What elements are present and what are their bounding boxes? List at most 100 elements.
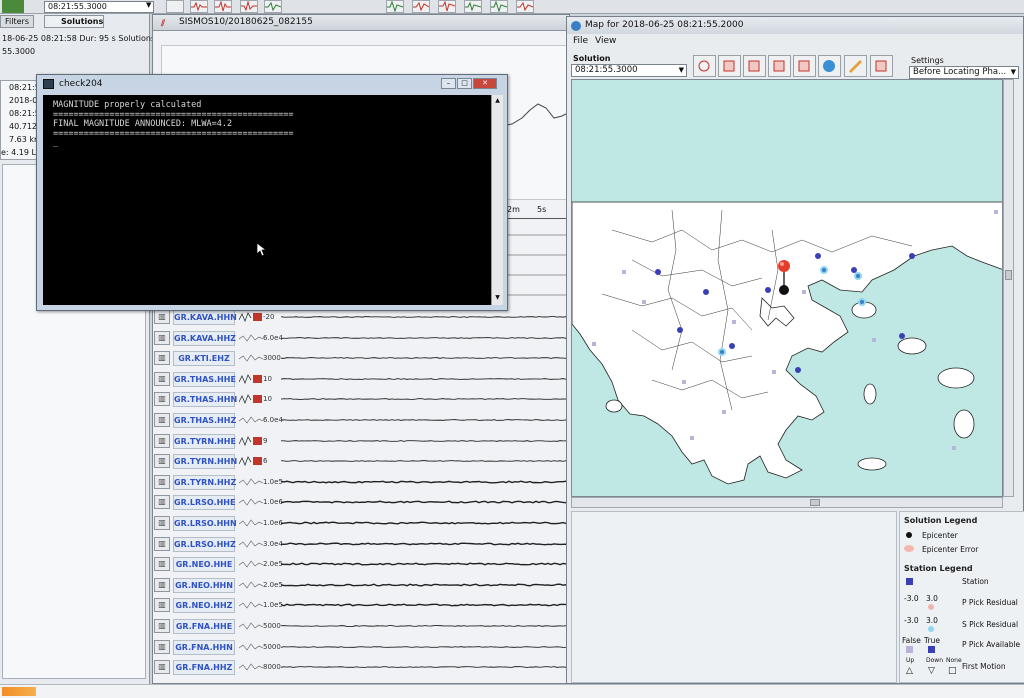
station-name[interactable]: GR.THAS.HHE bbox=[173, 371, 236, 387]
seismo-tool-button-3[interactable] bbox=[240, 0, 258, 13]
station-name[interactable]: GR.THAS.HHZ bbox=[173, 413, 236, 428]
station-name[interactable]: GR.TYRN.HHE bbox=[173, 433, 236, 449]
waveform-trace[interactable] bbox=[281, 554, 569, 574]
seismo-tool-button-6[interactable] bbox=[412, 0, 430, 13]
console-titlebar[interactable]: check204 bbox=[37, 75, 507, 93]
seismo-tool-button-7[interactable] bbox=[438, 0, 456, 13]
trace-settings-icon[interactable]: ▥ bbox=[154, 495, 170, 510]
map-tool-button-8[interactable] bbox=[870, 55, 893, 77]
station-row[interactable]: ▥ GR.LRSO.HHZ 3.0e4 bbox=[153, 534, 571, 554]
tab-filters[interactable]: Filters bbox=[0, 15, 34, 28]
station-name[interactable]: GR.FNA.HHZ bbox=[173, 660, 235, 676]
trace-settings-icon[interactable]: ▥ bbox=[154, 598, 170, 613]
waveform-trace[interactable] bbox=[281, 492, 569, 512]
time-field[interactable]: 08:21:55.3000 bbox=[44, 1, 154, 13]
trace-settings-icon[interactable]: ▥ bbox=[154, 392, 170, 407]
seismo-tool-button-2[interactable] bbox=[214, 0, 232, 13]
trace-settings-icon[interactable]: ▥ bbox=[154, 516, 170, 530]
station-name[interactable]: GR.LRSO.HHE bbox=[173, 495, 235, 511]
station-row[interactable]: ▥ GR.NEO.HHN 2.0e5 bbox=[153, 575, 571, 595]
trace-settings-icon[interactable]: ▥ bbox=[154, 454, 170, 469]
map-tool-button-2[interactable] bbox=[718, 55, 741, 77]
map-tool-button-4[interactable] bbox=[768, 55, 791, 77]
seismo-tool-button-8[interactable] bbox=[464, 0, 482, 13]
map-hscroll-thumb[interactable] bbox=[810, 499, 820, 506]
solution-select[interactable]: 08:21:55.3000 ▼ bbox=[571, 64, 687, 77]
station-name[interactable]: GR.FNA.HHE bbox=[173, 619, 235, 634]
toolbar-button-1[interactable] bbox=[166, 0, 184, 13]
trace-settings-icon[interactable]: ▥ bbox=[154, 639, 170, 654]
station-row[interactable]: ▥ GR.KAVA.HHZ 6.0e4 bbox=[153, 328, 571, 348]
trace-settings-icon[interactable]: ▥ bbox=[154, 330, 170, 345]
console-scrollbar[interactable]: ▲ ▼ bbox=[491, 95, 503, 305]
station-row[interactable]: ▥ GR.TYRN.HHZ 1.0e5 bbox=[153, 472, 571, 492]
waveform-trace[interactable] bbox=[281, 534, 569, 554]
map-vertical-scrollbar[interactable] bbox=[1003, 79, 1014, 497]
station-row[interactable]: ▥ GR.TYRN.HHN 6 bbox=[153, 451, 571, 471]
station-name[interactable]: GR.NEO.HHZ bbox=[173, 598, 235, 614]
menu-file[interactable]: File bbox=[573, 36, 588, 46]
station-name[interactable]: GR.NEO.HHE bbox=[173, 557, 235, 573]
waveform-trace[interactable] bbox=[281, 616, 569, 636]
station-row[interactable]: ▥ GR.FNA.HHN 5000 bbox=[153, 637, 571, 657]
trace-settings-icon[interactable]: ▥ bbox=[154, 577, 170, 592]
station-name[interactable]: GR.NEO.HHN bbox=[173, 577, 235, 593]
station-name[interactable]: GR.KAVA.HHZ bbox=[173, 330, 236, 346]
trace-settings-icon[interactable]: ▥ bbox=[154, 619, 170, 633]
map-tool-button-5[interactable] bbox=[793, 55, 816, 77]
time-dropdown-icon[interactable]: ▼ bbox=[146, 1, 156, 13]
map-horizontal-scrollbar[interactable] bbox=[571, 497, 1003, 508]
waveform-trace[interactable] bbox=[281, 328, 569, 348]
tab-solutions[interactable]: Solutions bbox=[44, 15, 104, 28]
station-row[interactable]: ▥ GR.THAS.HHZ 6.0e4 bbox=[153, 410, 571, 430]
waveform-trace[interactable] bbox=[281, 637, 569, 657]
minimize-button[interactable]: – bbox=[441, 78, 456, 89]
station-name[interactable]: GR.THAS.HHN bbox=[173, 392, 237, 408]
station-name[interactable]: GR.TYRN.HHZ bbox=[173, 474, 236, 490]
station-row[interactable]: ▥ GR.KTI.EHZ 3000 bbox=[153, 348, 571, 368]
station-row[interactable]: ▥ GR.FNA.HHE 5000 bbox=[153, 616, 571, 636]
menu-view[interactable]: View bbox=[595, 36, 616, 46]
station-name[interactable]: GR.FNA.HHN bbox=[173, 639, 235, 655]
close-button[interactable]: ✕ bbox=[473, 78, 497, 89]
station-row[interactable]: ▥ GR.LRSO.HHN 1.0e6 bbox=[153, 513, 571, 533]
station-name[interactable]: GR.LRSO.HHN bbox=[173, 516, 237, 531]
station-row[interactable]: ▥ GR.NEO.HHZ 1.0e5 bbox=[153, 595, 571, 615]
maximize-button[interactable]: □ bbox=[457, 78, 472, 89]
station-row[interactable]: ▥ GR.NEO.HHE 2.0e5 bbox=[153, 554, 571, 574]
waveform-trace[interactable] bbox=[281, 389, 569, 409]
trace-settings-icon[interactable]: ▥ bbox=[154, 310, 170, 324]
trace-settings-icon[interactable]: ▥ bbox=[154, 536, 170, 551]
trace-settings-icon[interactable]: ▥ bbox=[154, 557, 170, 572]
station-row[interactable]: ▥ GR.TYRN.HHE 9 bbox=[153, 431, 571, 451]
trace-settings-icon[interactable]: ▥ bbox=[154, 351, 170, 366]
waveform-trace[interactable] bbox=[281, 575, 569, 595]
map-canvas[interactable] bbox=[571, 79, 1003, 497]
trace-settings-icon[interactable]: ▥ bbox=[154, 413, 170, 427]
trace-settings-icon[interactable]: ▥ bbox=[154, 660, 170, 675]
station-name[interactable]: GR.KAVA.HHN bbox=[173, 310, 237, 325]
map-tool-button-7[interactable] bbox=[844, 55, 867, 77]
trace-settings-icon[interactable]: ▥ bbox=[154, 371, 170, 386]
waveform-trace[interactable] bbox=[281, 472, 569, 492]
trace-settings-icon[interactable]: ▥ bbox=[154, 474, 170, 489]
console-output[interactable]: MAGNITUDE properly calculated ===========… bbox=[43, 95, 491, 305]
seismo-tool-button-9[interactable] bbox=[490, 0, 508, 13]
station-row[interactable]: ▥ GR.LRSO.HHE 1.0e6 bbox=[153, 492, 571, 512]
station-name[interactable]: GR.KTI.EHZ bbox=[173, 351, 235, 367]
map-vscroll-thumb[interactable] bbox=[1005, 270, 1012, 280]
station-row[interactable]: ▥ GR.FNA.HHZ 8000 bbox=[153, 657, 571, 677]
map-tool-button-1[interactable] bbox=[693, 55, 716, 77]
scroll-up-icon[interactable]: ▲ bbox=[493, 97, 502, 106]
map-tool-button-6[interactable] bbox=[818, 55, 841, 77]
waveform-trace[interactable] bbox=[281, 348, 569, 368]
settings-select[interactable]: Before Locating Pha... ▼ bbox=[909, 66, 1019, 79]
solution-summary[interactable]: 18-06-25 08:21:58 Dur: 95 s Solutions bbox=[2, 34, 155, 43]
waveform-trace[interactable] bbox=[281, 369, 569, 389]
waveform-trace[interactable] bbox=[281, 595, 569, 615]
waveform-trace[interactable] bbox=[281, 657, 569, 677]
station-row[interactable]: ▥ GR.THAS.HHN 10 bbox=[153, 389, 571, 409]
map-tool-button-3[interactable] bbox=[743, 55, 766, 77]
seismo-tool-button-1[interactable] bbox=[190, 0, 208, 13]
waveform-trace[interactable] bbox=[281, 431, 569, 451]
